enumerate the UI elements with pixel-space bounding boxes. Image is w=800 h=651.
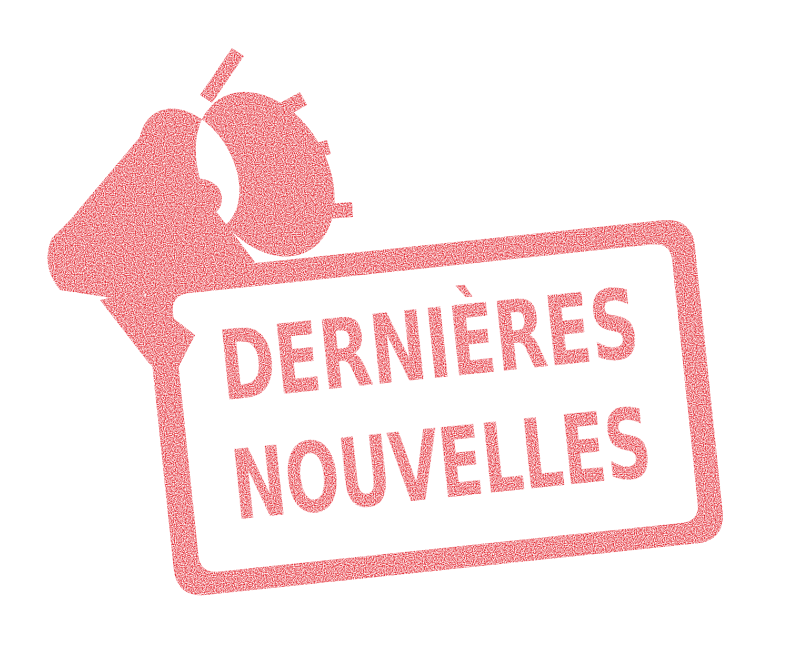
news-stamp-graphic: DERNIÈRES NOUVELLES: [47, 48, 723, 596]
stamp-text-group: DERNIÈRES NOUVELLES: [214, 267, 656, 543]
